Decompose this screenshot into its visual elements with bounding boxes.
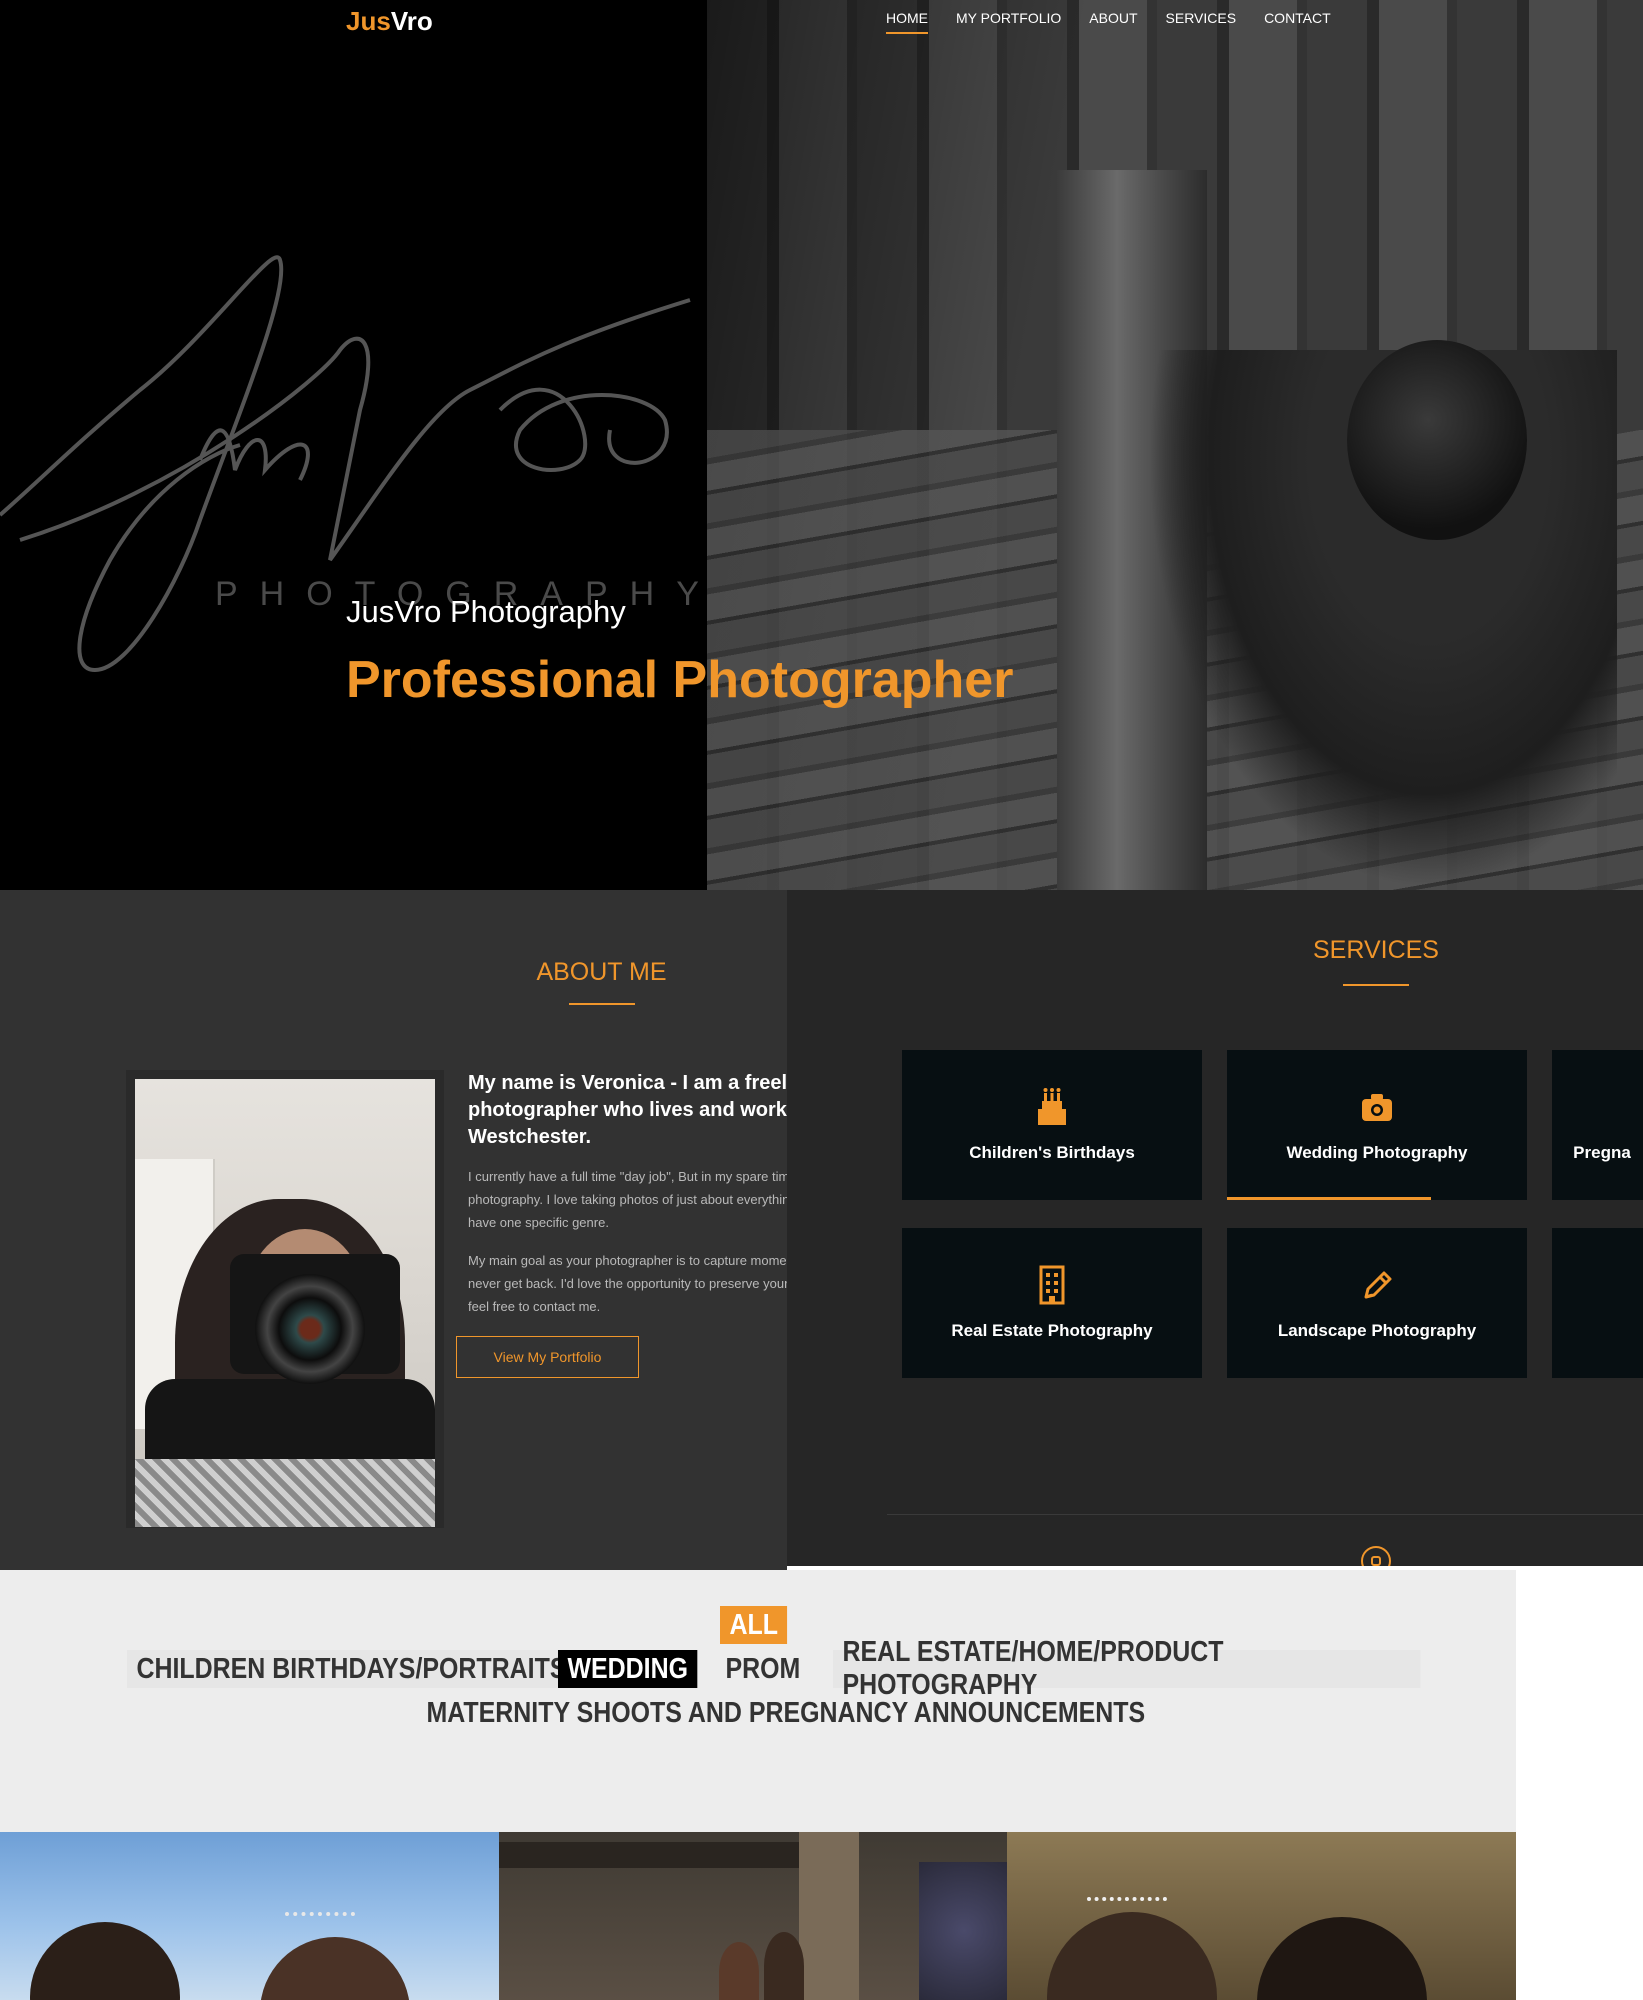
about-heading: ABOUT ME xyxy=(536,958,667,986)
filter-prom[interactable]: PROM xyxy=(716,1650,810,1688)
hero-photo xyxy=(707,0,1643,890)
nav-home[interactable]: HOME xyxy=(886,10,928,34)
about-intro: My name is Veronica - I am a freelance p… xyxy=(468,1072,787,1148)
about-section: ABOUT ME My name is Veronica - I am a fr… xyxy=(0,890,787,1570)
filter-maternity[interactable]: MATERNITY SHOOTS AND PREGNANCY ANNOUNCEM… xyxy=(417,1694,1155,1732)
service-label: Landscape Photography xyxy=(1277,1321,1477,1340)
portfolio-gallery xyxy=(0,1832,1516,2000)
about-paragraph-2: My main goal as your photographer is to … xyxy=(468,1253,787,1314)
hero-subtitle: JusVro Photography xyxy=(346,594,626,629)
nav-about[interactable]: ABOUT xyxy=(1089,10,1137,34)
hero-title: Professional Photographer xyxy=(346,651,1014,709)
script-stroke xyxy=(19,298,691,562)
service-card-landscape[interactable]: Landscape Photography xyxy=(1227,1228,1527,1378)
birthday-cake-icon xyxy=(1038,1088,1066,1125)
service-card-childrens-birthdays[interactable]: Children's Birthdays xyxy=(902,1050,1202,1200)
script-stroke xyxy=(498,387,669,472)
view-portfolio-button[interactable]: View My Portfolio xyxy=(456,1336,639,1378)
photo-post xyxy=(799,1832,859,2000)
nav-my-portfolio[interactable]: MY PORTFOLIO xyxy=(956,10,1061,34)
filter-children-birthdays-portraits[interactable]: CHILDREN BIRTHDAYS/PORTRAITS xyxy=(127,1650,576,1688)
photo-tiara xyxy=(1087,1897,1167,1927)
services-footer-divider xyxy=(887,1514,1643,1515)
instagram-icon-inner xyxy=(1371,1556,1381,1566)
service-card-wedding-photography[interactable]: Wedding Photography xyxy=(1227,1050,1527,1200)
main-nav: HOME MY PORTFOLIO ABOUT SERVICES CONTACT xyxy=(886,10,1359,34)
services-section: SERVICES Children's Birthdays Wedding Ph… xyxy=(787,890,1643,1566)
photo-subject xyxy=(1257,1917,1427,2000)
building-icon xyxy=(1039,1265,1065,1305)
filter-real-estate[interactable]: REAL ESTATE/HOME/PRODUCT PHOTOGRAPHY xyxy=(833,1636,1421,1701)
service-card-pregnancy[interactable]: Pregna xyxy=(1552,1050,1643,1200)
gallery-photo-prom-couple-sky[interactable] xyxy=(0,1832,499,2000)
right-blank-area xyxy=(1516,1570,1643,2000)
photo-beam xyxy=(499,1842,799,1868)
logo-part-vro: Vro xyxy=(390,6,433,36)
service-card-real-estate[interactable]: Real Estate Photography xyxy=(902,1228,1202,1378)
nav-contact[interactable]: CONTACT xyxy=(1264,10,1331,34)
service-card-active-underline xyxy=(1227,1197,1431,1200)
photo-subject xyxy=(30,1922,180,2000)
hero-photo-head xyxy=(1347,340,1527,540)
instagram-icon[interactable] xyxy=(1361,1546,1391,1566)
camera-icon xyxy=(1362,1094,1392,1121)
photo-lens xyxy=(255,1274,365,1384)
services-heading: SERVICES xyxy=(1313,936,1439,964)
photo-subject xyxy=(260,1937,410,2000)
about-photo-frame xyxy=(126,1070,444,1528)
photo-subject xyxy=(719,1942,759,2000)
service-label: Real Estate Photography xyxy=(951,1321,1153,1340)
logo-part-jus: Jus xyxy=(346,6,391,36)
nav-services[interactable]: SERVICES xyxy=(1166,10,1237,34)
service-label: Pregna xyxy=(1573,1143,1631,1162)
photo-tiara xyxy=(285,1912,355,1942)
photo-blanket xyxy=(135,1459,435,1527)
service-label: Children's Birthdays xyxy=(969,1143,1135,1162)
filter-wedding[interactable]: WEDDING xyxy=(558,1650,698,1688)
photo-subject xyxy=(764,1932,804,2000)
portfolio-filter-bar: ALL CHILDREN BIRTHDAYS/PORTRAITS WEDDING… xyxy=(0,1570,1516,1832)
hero-section: PHOTOGRAPHY JusVro HOME MY PORTFOLIO ABO… xyxy=(0,0,1643,890)
gallery-photo-couple-bridge[interactable] xyxy=(499,1832,1007,2000)
gallery-photo-prom-couple-wood[interactable] xyxy=(1007,1832,1516,2000)
site-logo[interactable]: JusVro xyxy=(346,6,433,37)
photo-plants xyxy=(919,1862,1007,2000)
service-label: Wedding Photography xyxy=(1286,1143,1468,1162)
filter-all[interactable]: ALL xyxy=(720,1606,788,1644)
services-heading-underline xyxy=(1343,984,1409,986)
service-card-offscreen[interactable] xyxy=(1552,1228,1643,1378)
about-photo xyxy=(135,1079,435,1527)
about-paragraph-1: I currently have a full time "day job", … xyxy=(468,1169,787,1230)
pencil-icon xyxy=(1364,1271,1392,1299)
about-heading-underline xyxy=(569,1003,635,1005)
